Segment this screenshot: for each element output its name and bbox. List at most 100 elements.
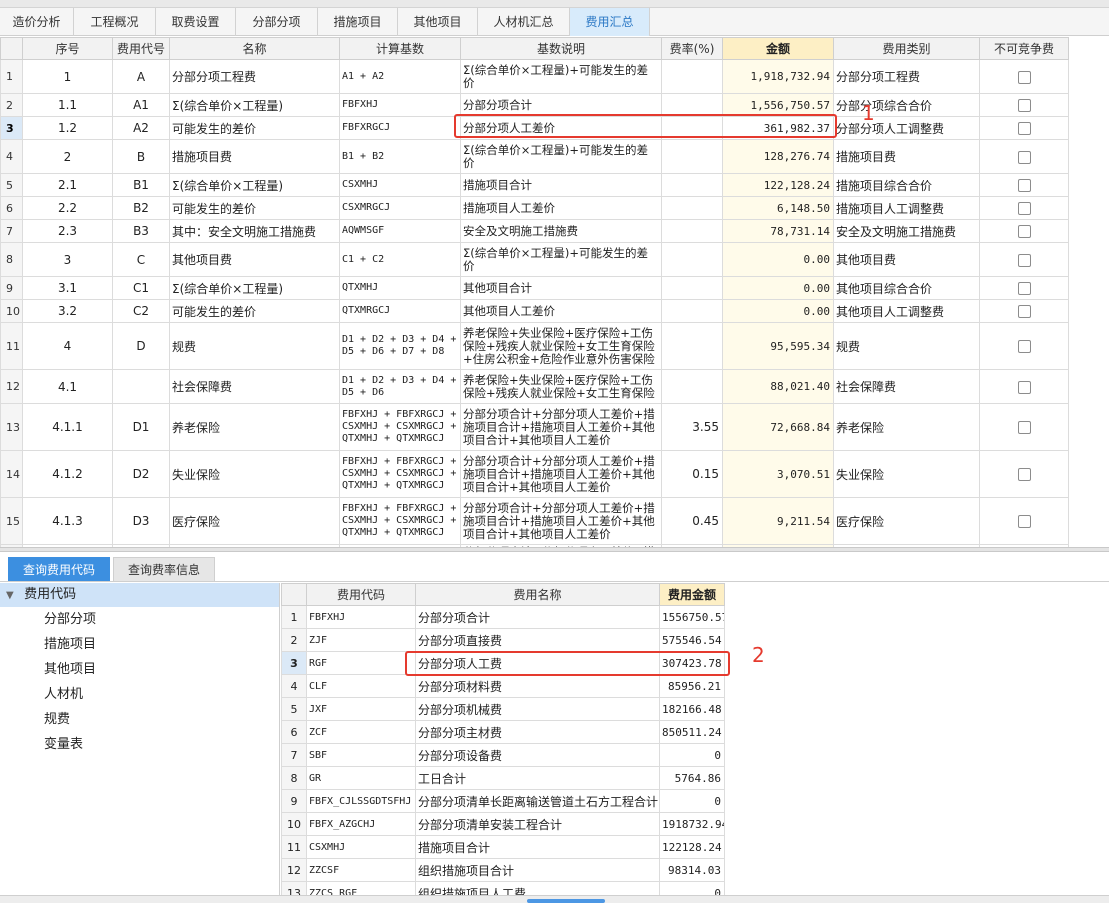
fee-row[interactable]: 8 3 C 其他项目费 C1 + C2 Σ(综合单价×工程量)+可能发生的差价 0.00 其他… — [0, 242, 1069, 277]
name-cell[interactable]: 可能发生的差价 — [169, 116, 340, 140]
desc-cell[interactable]: 分部分项合计+分部分项人工差价+措施项目合计+措施项目人工差价+其他项目合计+其… — [460, 497, 662, 545]
code-cell[interactable]: C1 — [112, 276, 170, 300]
amount-cell[interactable]: 88,021.40 — [722, 369, 834, 404]
rate-cell[interactable] — [661, 59, 723, 94]
fee-code-header[interactable]: 费用代码 — [306, 583, 416, 606]
tab-fee-settings[interactable]: 取费设置 — [156, 8, 236, 36]
base-cell[interactable]: FBFXRGCJ — [339, 116, 461, 140]
horizontal-scrollbar[interactable] — [0, 895, 1109, 903]
desc-cell[interactable]: 养老保险+失业保险+医疗保险+工伤保险+残疾人就业保险+女工生育保险 — [460, 369, 662, 404]
base-header[interactable]: 计算基数 — [339, 37, 461, 60]
fee-name-cell[interactable]: 措施项目合计 — [415, 835, 660, 859]
name-cell[interactable]: Σ(综合单价×工程量) — [169, 93, 340, 117]
fee-name-cell[interactable]: 分部分项合计 — [415, 605, 660, 629]
seq-cell[interactable]: 4.1.1 — [22, 403, 113, 451]
name-cell[interactable]: Σ(综合单价×工程量) — [169, 173, 340, 197]
fee-name-cell[interactable]: 分部分项人工费 — [415, 651, 660, 675]
rate-cell[interactable]: 0.15 — [661, 450, 723, 498]
chevron-down-icon[interactable]: ▼ — [6, 584, 20, 608]
category-cell[interactable]: 医疗保险 — [833, 497, 980, 545]
fee-code-cell[interactable]: RGF — [306, 651, 416, 675]
code-cell[interactable] — [112, 369, 170, 404]
code-row[interactable]: 4 CLF 分部分项材料费 85956.21 — [281, 674, 725, 698]
noncompete-header[interactable]: 不可竞争费 — [979, 37, 1069, 60]
rate-cell[interactable]: 3.55 — [661, 403, 723, 451]
fee-code-cell[interactable]: GR — [306, 766, 416, 790]
base-cell[interactable]: FBFXHJ + FBFXRGCJ + CSXMHJ + CSXMRGCJ + … — [339, 497, 461, 545]
amount-cell[interactable]: 9,211.54 — [722, 497, 834, 545]
tree-item[interactable]: 分部分项 — [0, 607, 279, 632]
desc-cell[interactable]: 分部分项人工差价 — [460, 116, 662, 140]
name-cell[interactable]: 可能发生的差价 — [169, 299, 340, 323]
amount-header[interactable]: 金额 — [722, 37, 834, 60]
category-cell[interactable]: 规费 — [833, 322, 980, 370]
code-cell[interactable]: D3 — [112, 497, 170, 545]
code-row[interactable]: 12 ZZCSF 组织措施项目合计 98314.03 — [281, 858, 725, 882]
seq-cell[interactable]: 2.1 — [22, 173, 113, 197]
desc-header[interactable]: 基数说明 — [460, 37, 662, 60]
fee-amount-cell[interactable]: 0 — [659, 881, 725, 895]
seq-cell[interactable]: 2 — [22, 139, 113, 174]
code-row[interactable]: 3 RGF 分部分项人工费 307423.78 — [281, 651, 725, 675]
code-row[interactable]: 5 JXF 分部分项机械费 182166.48 — [281, 697, 725, 721]
fee-row[interactable]: 5 2.1 B1 Σ(综合单价×工程量) CSXMHJ 措施项目合计 122,128.24 措… — [0, 173, 1069, 197]
fee-name-cell[interactable]: 工日合计 — [415, 766, 660, 790]
fee-amount-cell[interactable]: 182166.48 — [659, 697, 725, 721]
fee-row[interactable]: 14 4.1.2 D2 失业保险 FBFXHJ + FBFXRGCJ + CSXMHJ … — [0, 450, 1069, 498]
rate-cell[interactable] — [661, 369, 723, 404]
name-cell[interactable]: 医疗保险 — [169, 497, 340, 545]
desc-cell[interactable]: 养老保险+失业保险+医疗保险+工伤保险+残疾人就业保险+女工生育保险+住房公积金… — [460, 322, 662, 370]
fee-row[interactable]: 15 4.1.3 D3 医疗保险 FBFXHJ + FBFXRGCJ + CSXMHJ … — [0, 497, 1069, 545]
amount-cell[interactable]: 0.00 — [722, 276, 834, 300]
desc-cell[interactable]: 其他项目合计 — [460, 276, 662, 300]
fee-code-cell[interactable]: ZZCSF — [306, 858, 416, 882]
category-cell[interactable]: 措施项目人工调整费 — [833, 196, 980, 220]
amount-cell[interactable]: 122,128.24 — [722, 173, 834, 197]
code-row[interactable]: 1 FBFXHJ 分部分项合计 1556750.57 — [281, 605, 725, 629]
category-cell[interactable]: 其他项目人工调整费 — [833, 299, 980, 323]
fee-row[interactable]: 13 4.1.1 D1 养老保险 FBFXHJ + FBFXRGCJ + CSXMHJ … — [0, 403, 1069, 451]
seq-cell[interactable]: 4.1 — [22, 369, 113, 404]
tree-item[interactable]: 措施项目 — [0, 632, 279, 657]
fee-code-cell[interactable]: ZCF — [306, 720, 416, 744]
desc-cell[interactable]: 其他项目人工差价 — [460, 299, 662, 323]
amount-cell[interactable]: 361,982.37 — [722, 116, 834, 140]
category-cell[interactable]: 其他项目费 — [833, 242, 980, 277]
amount-cell[interactable]: 95,595.34 — [722, 322, 834, 370]
seq-cell[interactable]: 3.1 — [22, 276, 113, 300]
seq-cell[interactable]: 2.2 — [22, 196, 113, 220]
code-cell[interactable]: B — [112, 139, 170, 174]
base-cell[interactable]: B1 + B2 — [339, 139, 461, 174]
base-cell[interactable]: FBFXHJ + FBFXRGCJ + CSXMHJ + CSXMRGCJ + … — [339, 403, 461, 451]
code-row[interactable]: 13 ZZCS_RGF 组织措施项目人工费 0 — [281, 881, 725, 895]
fee-amount-cell[interactable]: 307423.78 — [659, 651, 725, 675]
noncompete-checkbox[interactable] — [1017, 179, 1031, 192]
rate-header[interactable]: 费率(%) — [661, 37, 723, 60]
category-cell[interactable]: 安全及文明施工措施费 — [833, 219, 980, 243]
code-row[interactable]: 6 ZCF 分部分项主材费 850511.24 — [281, 720, 725, 744]
category-cell[interactable]: 分部分项人工调整费 — [833, 116, 980, 140]
seq-cell[interactable]: 3.2 — [22, 299, 113, 323]
fee-row[interactable]: 9 3.1 C1 Σ(综合单价×工程量) QTXMHJ 其他项目合计 0.00 其他项目综合合… — [0, 276, 1069, 300]
rate-cell[interactable] — [661, 93, 723, 117]
noncompete-checkbox[interactable] — [1017, 380, 1031, 394]
fee-name-cell[interactable]: 组织措施项目合计 — [415, 858, 660, 882]
noncompete-checkbox[interactable] — [1017, 515, 1031, 528]
rate-cell[interactable] — [661, 299, 723, 323]
fee-row[interactable]: 4 2 B 措施项目费 B1 + B2 Σ(综合单价×工程量)+可能发生的差价 128,27… — [0, 139, 1069, 174]
amount-cell[interactable]: 128,276.74 — [722, 139, 834, 174]
code-cell[interactable]: B2 — [112, 196, 170, 220]
code-cell[interactable]: D2 — [112, 450, 170, 498]
code-row[interactable]: 11 CSXMHJ 措施项目合计 122128.24 — [281, 835, 725, 859]
fee-name-cell[interactable]: 分部分项清单安装工程合计 — [415, 812, 660, 836]
rate-cell[interactable] — [661, 242, 723, 277]
fee-row[interactable]: 10 3.2 C2 可能发生的差价 QTXMRGCJ 其他项目人工差价 0.00 其他项目人工… — [0, 299, 1069, 323]
base-cell[interactable]: QTXMRGCJ — [339, 299, 461, 323]
base-cell[interactable]: CSXMHJ — [339, 173, 461, 197]
fee-row[interactable]: 12 4.1 社会保障费 D1 + D2 + D3 + D4 + D5 + D6 养老保… — [0, 369, 1069, 404]
fee-name-cell[interactable]: 分部分项机械费 — [415, 697, 660, 721]
fee-row[interactable]: 1 1 A 分部分项工程费 A1 + A2 Σ(综合单价×工程量)+可能发生的差价 1,91… — [0, 59, 1069, 94]
fee-code-cell[interactable]: SBF — [306, 743, 416, 767]
desc-cell[interactable]: 安全及文明施工措施费 — [460, 219, 662, 243]
seq-cell[interactable]: 1.2 — [22, 116, 113, 140]
